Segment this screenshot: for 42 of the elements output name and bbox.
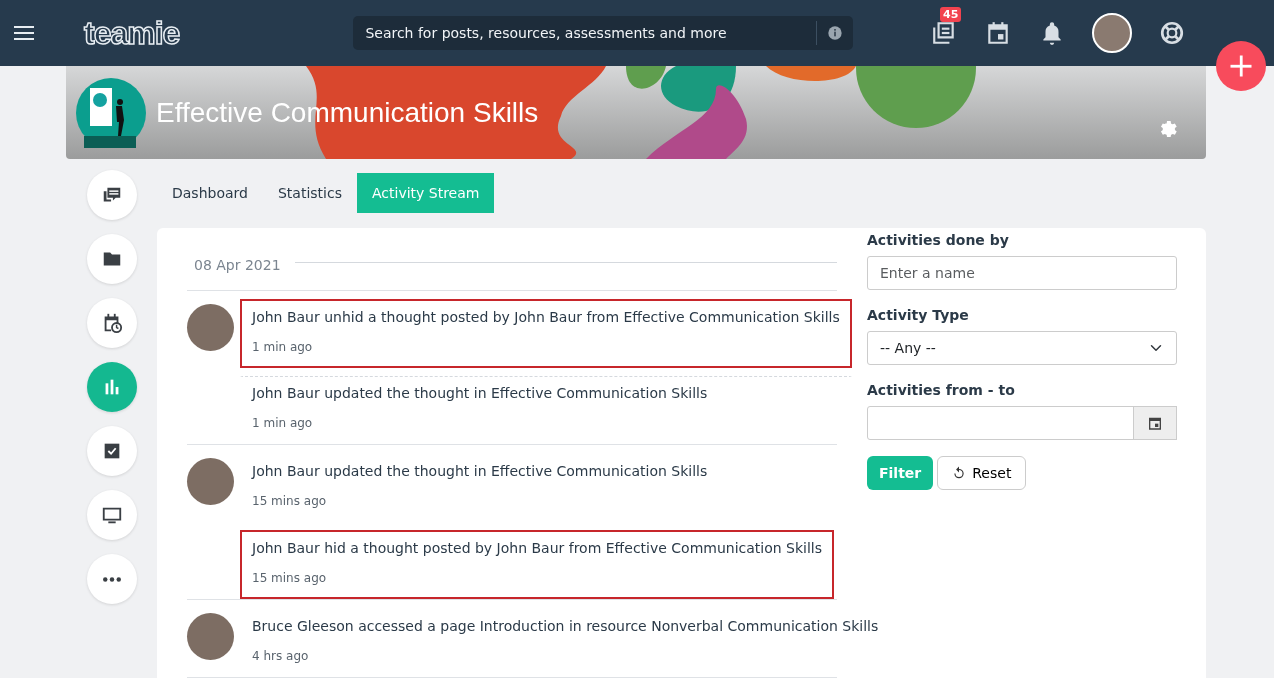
activity-text: John Baur unhid a thought posted by John Baur from Effective Communication Skills	[252, 308, 840, 327]
tab[interactable]: Statistics	[262, 173, 357, 213]
field-label: Activity Type	[867, 306, 970, 325]
more-icon	[102, 576, 121, 582]
info-icon[interactable]	[827, 25, 844, 41]
date-range-input-field[interactable]	[867, 406, 1134, 440]
activity-type-select[interactable]: -- Any --	[867, 331, 1177, 365]
activity-text: John Baur updated the thought in Effective Communication Skills	[252, 462, 709, 481]
timestamp: 1 min ago	[252, 416, 313, 430]
timestamp: 15 mins ago	[252, 571, 327, 585]
calendar-button[interactable]	[1133, 406, 1177, 440]
reset-icon	[952, 466, 967, 480]
timestamp: 15 mins ago	[252, 494, 327, 508]
avatar-photo	[187, 458, 234, 505]
newsfeed-icon[interactable]	[931, 20, 957, 46]
calendar-icon[interactable]	[985, 20, 1011, 46]
notification-count: 45	[940, 7, 962, 23]
field-label: Activities done by	[867, 231, 1010, 250]
calendar-icon	[1147, 415, 1163, 431]
activity-text: John Baur hid a thought posted by John Baur from Effective Communication Skills	[252, 539, 823, 558]
lifebuoy-icon[interactable]	[1159, 20, 1185, 46]
sidebar-button[interactable]	[86, 298, 137, 348]
activity-text: Bruce Gleeson accessed a page Introduction in resource Nonverbal Communication Skills	[252, 617, 879, 636]
timestamp: 1 min ago	[252, 340, 313, 354]
sidebar-button[interactable]	[86, 234, 137, 284]
logo[interactable]: teamie	[84, 17, 180, 49]
search-bar[interactable]: Search for posts, resources, assessments and more	[353, 16, 854, 50]
name-input-field[interactable]: Enter a name	[867, 256, 1177, 290]
tab[interactable]: Dashboard	[157, 173, 263, 213]
sidebar-button[interactable]	[86, 426, 137, 476]
search-field[interactable]: Search for posts, resources, assessments and more	[353, 22, 817, 44]
date-heading: 08 Apr 2021	[194, 256, 281, 275]
avatar-photo	[187, 613, 234, 660]
add-button[interactable]	[1216, 41, 1266, 91]
sidebar-button[interactable]	[86, 170, 137, 220]
field-label: Activities from - to	[867, 381, 1016, 400]
sidebar-button[interactable]	[86, 490, 137, 540]
reset-button[interactable]: Reset	[937, 456, 1027, 490]
activity-text: John Baur updated the thought in Effective Communication Skills	[252, 384, 709, 403]
avatar-photo	[187, 304, 234, 351]
timestamp: 4 hrs ago	[252, 649, 309, 663]
user-avatar[interactable]	[1092, 13, 1132, 53]
